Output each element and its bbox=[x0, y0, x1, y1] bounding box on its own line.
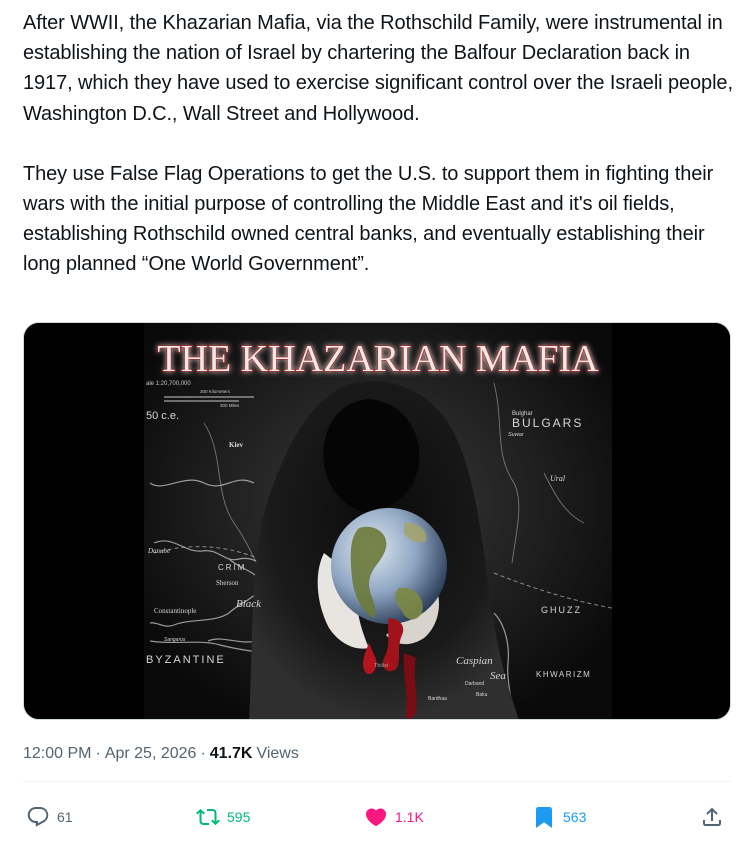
svg-text:CRIM: CRIM bbox=[218, 563, 246, 572]
svg-text:300 Kilometers: 300 Kilometers bbox=[200, 389, 231, 394]
retweet-icon bbox=[195, 804, 221, 830]
svg-text:300 Miles: 300 Miles bbox=[220, 403, 240, 408]
svg-text:Black: Black bbox=[236, 598, 262, 610]
svg-text:Suwar: Suwar bbox=[508, 432, 525, 438]
svg-text:Baku: Baku bbox=[476, 692, 488, 698]
like-button[interactable]: 1.1K bbox=[363, 800, 424, 834]
khazarian-map-illustration: THE KHAZARIAN MAFIA ale 1:20,700,000 300… bbox=[24, 323, 730, 719]
share-button[interactable] bbox=[699, 800, 725, 834]
post-paragraph-1: After WWII, the Khazarian Mafia, via the… bbox=[23, 12, 733, 125]
meta-separator-2: · bbox=[200, 745, 206, 762]
action-bar: 61 595 1.1K 563 bbox=[23, 800, 731, 834]
post-date[interactable]: Apr 25, 2026 bbox=[105, 742, 197, 766]
divider bbox=[23, 781, 731, 782]
svg-text:Sea: Sea bbox=[490, 670, 506, 682]
svg-text:Danube: Danube bbox=[147, 547, 170, 555]
reply-icon bbox=[25, 804, 51, 830]
post-meta: 12:00 PM · Apr 25, 2026 · 41.7K Views bbox=[23, 742, 299, 766]
svg-text:BYZANTINE: BYZANTINE bbox=[146, 654, 226, 666]
heart-icon bbox=[363, 804, 389, 830]
reply-count: 61 bbox=[57, 809, 73, 825]
svg-text:BULGARS: BULGARS bbox=[512, 416, 583, 430]
views-label: Views bbox=[256, 745, 299, 762]
svg-text:Constantinople: Constantinople bbox=[154, 607, 196, 615]
post-time[interactable]: 12:00 PM bbox=[23, 742, 91, 766]
svg-text:Caspian: Caspian bbox=[456, 655, 493, 667]
bookmark-count: 563 bbox=[563, 809, 587, 825]
views-count[interactable]: 41.7K bbox=[210, 742, 253, 766]
share-icon bbox=[699, 804, 725, 830]
repost-button[interactable]: 595 bbox=[195, 800, 250, 834]
bookmark-button[interactable]: 563 bbox=[531, 800, 586, 834]
svg-text:50 c.e.: 50 c.e. bbox=[146, 410, 179, 422]
post-paragraph-2: They use False Flag Operations to get th… bbox=[23, 162, 714, 276]
image-title: THE KHAZARIAN MAFIA bbox=[157, 338, 599, 380]
svg-text:KHWARIZM: KHWARIZM bbox=[536, 670, 591, 679]
svg-text:Kiev: Kiev bbox=[229, 441, 243, 449]
svg-text:Darband: Darband bbox=[465, 681, 484, 687]
reply-button[interactable]: 61 bbox=[25, 800, 73, 834]
post-image[interactable]: THE KHAZARIAN MAFIA ale 1:20,700,000 300… bbox=[23, 322, 731, 720]
svg-text:Ural: Ural bbox=[550, 474, 566, 483]
svg-text:Tbilisi: Tbilisi bbox=[374, 663, 388, 669]
svg-text:GHUZZ: GHUZZ bbox=[541, 605, 582, 615]
svg-text:Sherson: Sherson bbox=[216, 579, 239, 587]
svg-text:Bardhaa: Bardhaa bbox=[428, 696, 447, 702]
post-text: After WWII, the Khazarian Mafia, via the… bbox=[23, 8, 735, 280]
meta-separator: · bbox=[95, 745, 101, 762]
svg-text:Sangarus: Sangarus bbox=[164, 637, 186, 643]
like-count: 1.1K bbox=[395, 809, 424, 825]
svg-text:ale 1:20,700,000: ale 1:20,700,000 bbox=[146, 381, 191, 387]
repost-count: 595 bbox=[227, 809, 251, 825]
globe bbox=[331, 508, 447, 624]
bookmark-icon bbox=[531, 804, 557, 830]
